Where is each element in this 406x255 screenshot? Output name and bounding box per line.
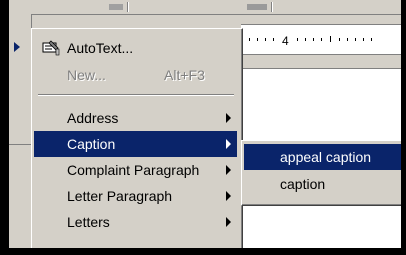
toolbar-control[interactable] bbox=[247, 4, 267, 10]
toolbar-separator bbox=[271, 2, 273, 12]
menu-item-letter-paragraph[interactable]: Letter Paragraph bbox=[34, 183, 237, 209]
submenu-item-appeal-caption[interactable]: appeal caption bbox=[244, 144, 401, 170]
menu-item-new[interactable]: New... Alt+F3 bbox=[34, 62, 237, 88]
horizontal-ruler[interactable]: 4 bbox=[241, 24, 401, 55]
toolbar-control[interactable] bbox=[109, 4, 123, 10]
autotext-icon bbox=[42, 40, 60, 56]
menu-item-address[interactable]: Address bbox=[34, 105, 237, 131]
menu-item-label: Complaint Paragraph bbox=[67, 162, 200, 178]
ruler-tick bbox=[297, 38, 298, 41]
ruler-tick bbox=[355, 38, 356, 41]
ruler-tick bbox=[321, 38, 322, 41]
submenu-arrow-icon bbox=[226, 165, 231, 175]
submenu-arrow-icon bbox=[226, 139, 231, 149]
menu-item-autotext[interactable]: AutoText... bbox=[34, 35, 237, 61]
menu-item-label: Letter Paragraph bbox=[67, 188, 173, 204]
caption-submenu: appeal caption caption bbox=[241, 140, 401, 206]
gutter-divider bbox=[9, 144, 31, 145]
menu-item-label: Caption bbox=[67, 136, 116, 152]
toolbar bbox=[9, 0, 401, 15]
submenu-arrow-icon bbox=[226, 191, 231, 201]
submenu-item-label: caption bbox=[280, 176, 326, 192]
ruler-tick bbox=[249, 38, 250, 41]
menu-item-label: AutoText... bbox=[67, 40, 134, 56]
selection-arrow-icon bbox=[14, 42, 20, 52]
ruler-number: 4 bbox=[282, 34, 289, 48]
submenu-item-label: appeal caption bbox=[280, 149, 372, 165]
ruler-tick bbox=[305, 38, 306, 41]
ruler-tick bbox=[330, 36, 331, 42]
window-frame: 4 AutoText... New... Alt+F3 Address Capt… bbox=[0, 0, 406, 255]
menu-item-label: Address bbox=[67, 110, 119, 126]
menu-item-label: New... bbox=[67, 67, 106, 83]
menu-item-label: Letters bbox=[67, 214, 110, 230]
menu-item-complaint-paragraph[interactable]: Complaint Paragraph bbox=[34, 157, 237, 183]
submenu-arrow-icon bbox=[226, 217, 231, 227]
menu-item-letters[interactable]: Letters bbox=[34, 209, 237, 235]
ruler-tick bbox=[363, 38, 364, 41]
ruler-tick bbox=[273, 38, 274, 41]
left-gutter bbox=[9, 14, 32, 248]
word-window: 4 AutoText... New... Alt+F3 Address Capt… bbox=[9, 0, 401, 248]
ruler-tick bbox=[339, 38, 340, 41]
toolbar-separator bbox=[127, 2, 129, 12]
submenu-arrow-icon bbox=[226, 113, 231, 123]
menu-item-caption[interactable]: Caption bbox=[34, 131, 237, 157]
menu-separator bbox=[38, 94, 234, 96]
ruler-margin-bar bbox=[241, 54, 401, 69]
ruler-tick bbox=[347, 38, 348, 41]
ruler-tick bbox=[313, 38, 314, 41]
autotext-menu: AutoText... New... Alt+F3 Address Captio… bbox=[31, 28, 243, 248]
ruler-tick bbox=[371, 38, 372, 41]
submenu-item-caption[interactable]: caption bbox=[244, 171, 401, 197]
ruler-tick bbox=[257, 38, 258, 41]
menu-item-shortcut: Alt+F3 bbox=[164, 67, 205, 83]
ruler-tick bbox=[265, 38, 266, 41]
